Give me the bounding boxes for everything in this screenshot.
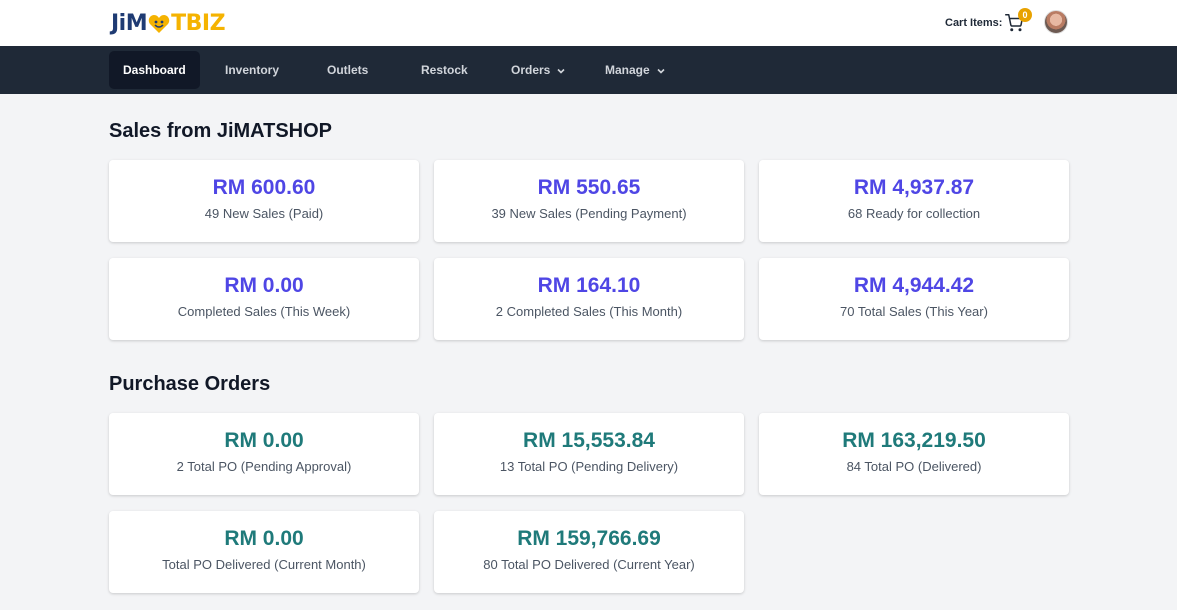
card-value: RM 0.00: [224, 429, 304, 452]
purchase-order-card[interactable]: RM 0.00 2 Total PO (Pending Approval): [109, 413, 419, 495]
logo-text-left: JiM: [111, 10, 148, 36]
sales-card[interactable]: RM 4,937.87 68 Ready for collection: [759, 160, 1069, 242]
nav-label: Manage: [605, 63, 650, 77]
purchase-order-card[interactable]: RM 163,219.50 84 Total PO (Delivered): [759, 413, 1069, 495]
card-label: Completed Sales (This Week): [177, 304, 351, 319]
cart-link[interactable]: Cart Items:: [945, 14, 1024, 32]
heart-logo-icon: [148, 14, 170, 34]
purchase-order-card[interactable]: RM 0.00 Total PO Delivered (Current Mont…: [109, 511, 419, 593]
nav-outlets[interactable]: Outlets: [313, 51, 382, 89]
card-label: 70 Total Sales (This Year): [840, 304, 988, 319]
card-label: 2 Completed Sales (This Month): [495, 304, 683, 319]
jimatbiz-logo[interactable]: JiM TBIZ: [111, 10, 226, 36]
card-label: 49 New Sales (Paid): [204, 206, 324, 221]
chevron-down-icon: [556, 65, 566, 75]
sales-section-title: Sales from JiMATSHOP: [109, 120, 333, 142]
chevron-down-icon: [656, 65, 666, 75]
sales-card[interactable]: RM 550.65 39 New Sales (Pending Payment): [434, 160, 744, 242]
card-label: 68 Ready for collection: [847, 206, 981, 221]
top-header: JiM TBIZ Cart Items: 0: [0, 0, 1177, 46]
nav-restock[interactable]: Restock: [407, 51, 482, 89]
purchase-orders-section-title: Purchase Orders: [109, 373, 271, 395]
nav-label: Outlets: [327, 63, 369, 77]
sales-card[interactable]: RM 4,944.42 70 Total Sales (This Year): [759, 258, 1069, 340]
nav-dashboard[interactable]: Dashboard: [109, 51, 200, 89]
user-avatar[interactable]: [1044, 10, 1068, 34]
sales-card[interactable]: RM 164.10 2 Completed Sales (This Month): [434, 258, 744, 340]
sales-card[interactable]: RM 600.60 49 New Sales (Paid): [109, 160, 419, 242]
nav-label: Restock: [421, 63, 468, 77]
purchase-order-card[interactable]: RM 159,766.69 80 Total PO Delivered (Cur…: [434, 511, 744, 593]
nav-label: Inventory: [225, 63, 280, 77]
card-label: 2 Total PO (Pending Approval): [176, 459, 352, 474]
purchase-order-card[interactable]: RM 15,553.84 13 Total PO (Pending Delive…: [434, 413, 744, 495]
cart-label: Cart Items:: [945, 17, 1003, 29]
nav-label: Orders: [511, 63, 551, 77]
nav-orders-dropdown[interactable]: Orders: [497, 51, 580, 89]
card-label: 84 Total PO (Delivered): [846, 459, 982, 474]
card-value: RM 164.10: [537, 274, 641, 297]
logo-text-right: TBIZ: [171, 10, 226, 36]
card-label: 80 Total PO Delivered (Current Year): [483, 557, 695, 572]
nav-manage-dropdown[interactable]: Manage: [591, 51, 680, 89]
card-value: RM 0.00: [224, 527, 304, 550]
card-value: RM 600.60: [212, 176, 316, 199]
nav-inventory[interactable]: Inventory: [211, 51, 293, 89]
card-label: Total PO Delivered (Current Month): [162, 557, 366, 572]
card-value: RM 4,937.87: [853, 176, 975, 199]
card-value: RM 163,219.50: [842, 429, 986, 452]
card-value: RM 550.65: [537, 176, 641, 199]
card-value: RM 0.00: [224, 274, 304, 297]
card-label: 13 Total PO (Pending Delivery): [499, 459, 679, 474]
cart-count-badge: 0: [1018, 8, 1032, 22]
main-nav: Dashboard Inventory Outlets Restock Orde…: [0, 46, 1177, 94]
card-value: RM 15,553.84: [523, 429, 655, 452]
card-value: RM 4,944.42: [853, 274, 975, 297]
nav-label: Dashboard: [123, 63, 186, 77]
card-value: RM 159,766.69: [517, 527, 661, 550]
card-label: 39 New Sales (Pending Payment): [491, 206, 687, 221]
sales-card[interactable]: RM 0.00 Completed Sales (This Week): [109, 258, 419, 340]
